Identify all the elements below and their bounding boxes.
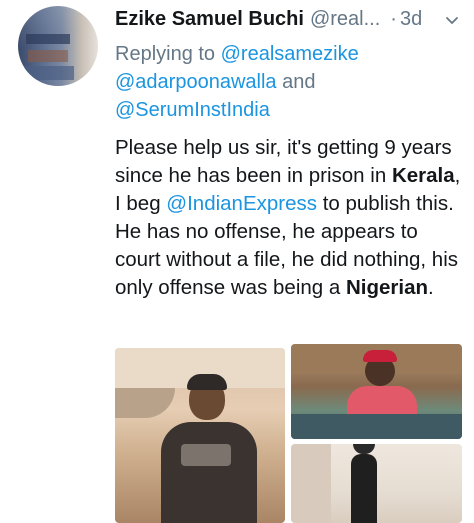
mention-link[interactable]: @realsamezike [221,43,359,65]
author-name[interactable]: Ezike Samuel Buchi [115,8,304,31]
replying-to-label: Replying to [115,43,221,65]
chevron-down-icon[interactable] [444,12,460,28]
photo-person-cap [363,350,397,362]
avatar[interactable] [18,6,98,86]
avatar-detail [26,34,70,44]
tweet-photo[interactable] [291,344,462,439]
photo-person-cap [187,374,227,390]
photo-shirt-print [181,444,231,466]
tweet-photo[interactable] [291,444,462,523]
mention-link[interactable]: @SerumInstIndia [115,99,270,121]
photo-person-body [161,422,257,523]
tweet-text-part: . [428,276,434,299]
reply-conjunction: and [276,71,316,93]
avatar-detail [28,50,68,62]
tweet-timestamp[interactable]: 3d [400,8,422,31]
photo-table [291,414,462,439]
tweet-text: Please help us sir, it's getting 9 years… [115,134,465,302]
avatar-detail [24,66,74,80]
author-handle[interactable]: @real... [310,8,380,31]
tweet-photo[interactable] [115,348,285,523]
photo-canopy [115,388,175,418]
replying-to: Replying to @realsamezike @adarpoonawall… [115,40,460,124]
photo-person-body [351,454,377,523]
mention-link[interactable]: @adarpoonawalla [115,71,277,93]
bold-text: Kerala [391,164,455,187]
photo-person-head [353,444,375,454]
tweet-header: Ezike Samuel Buchi @real... · 3d [115,8,460,36]
separator-dot: · [390,8,397,30]
mention-link[interactable]: @IndianExpress [166,192,317,215]
bold-text: Nigerian [345,276,429,299]
photo-wall-shadow [291,444,331,523]
